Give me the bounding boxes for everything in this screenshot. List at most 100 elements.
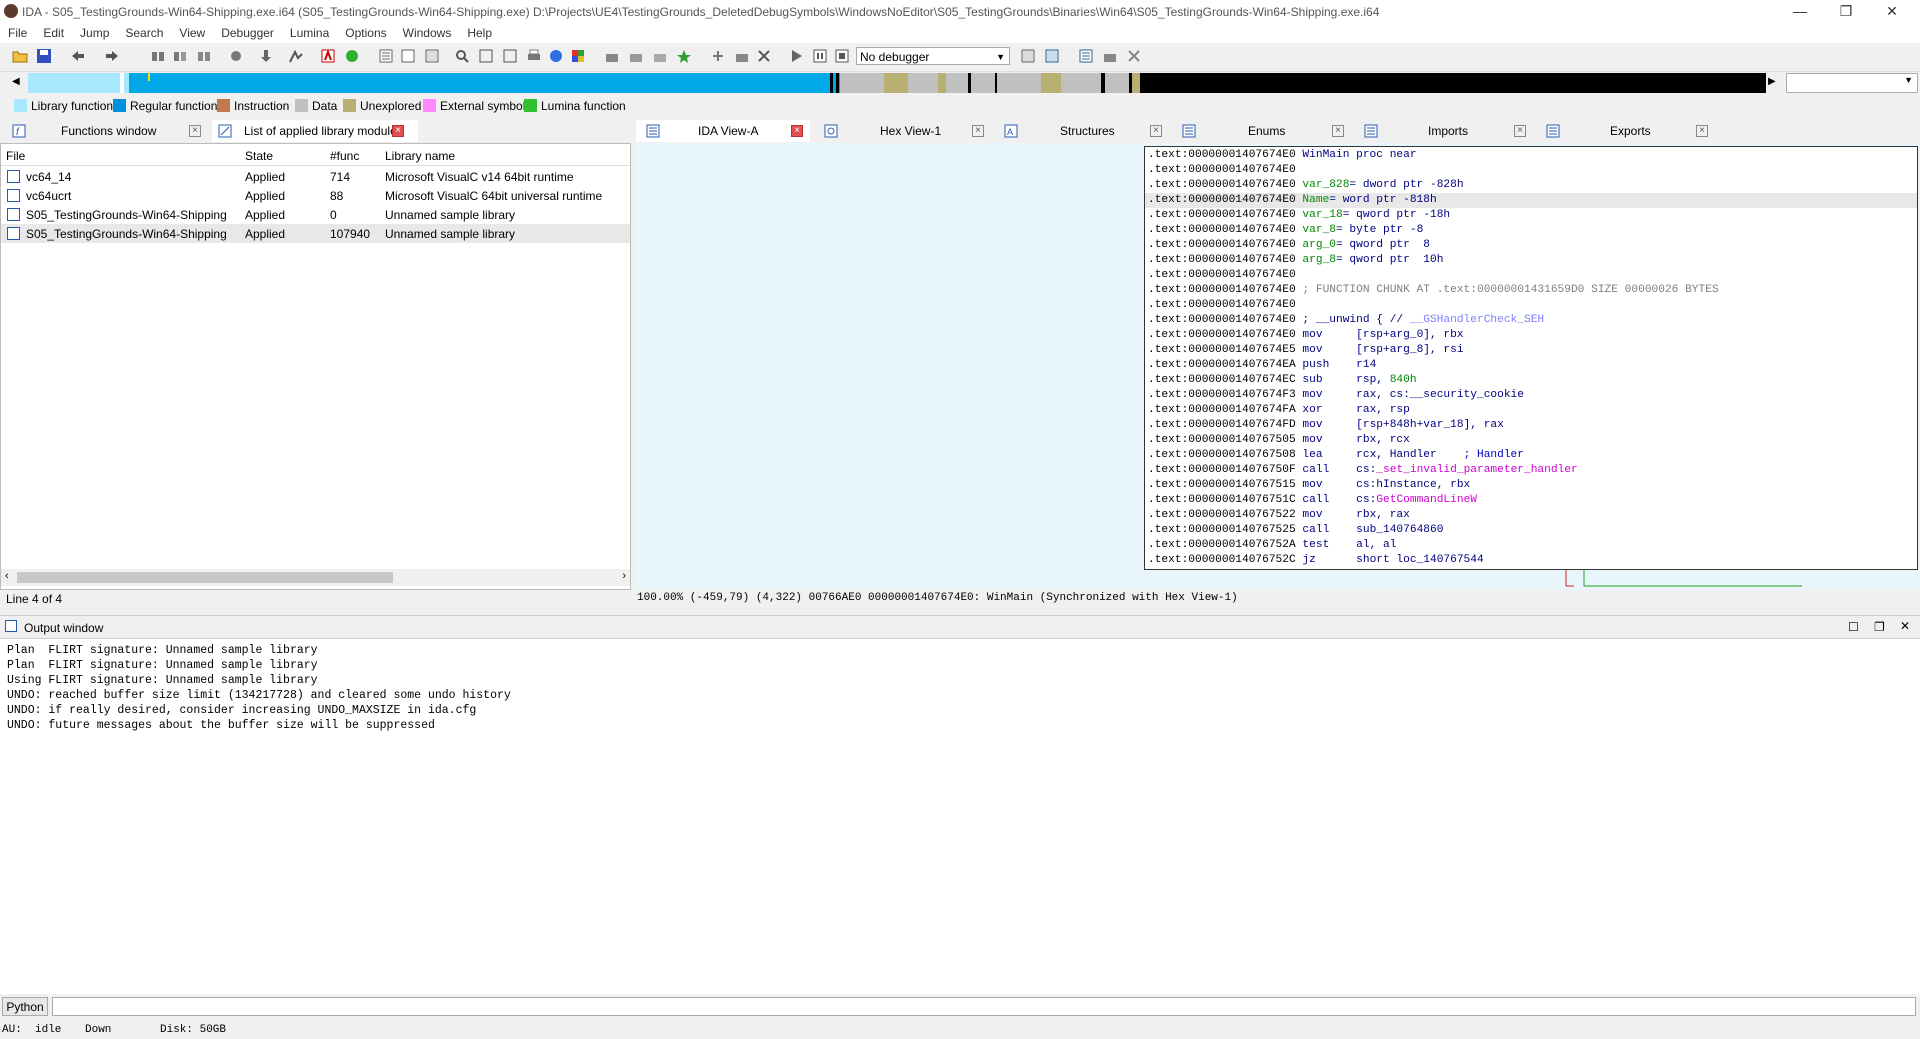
close-tab-icon[interactable]: × — [1150, 125, 1162, 137]
menu-options[interactable]: Options — [337, 23, 394, 40]
minimize-button[interactable]: — — [1777, 0, 1823, 23]
menu-file[interactable]: File — [0, 23, 35, 40]
table-row[interactable]: vc64ucrt Applied 88 Microsoft VisualC 64… — [1, 186, 630, 205]
attach-icon[interactable] — [1020, 48, 1036, 64]
scroll-left-icon[interactable]: ‹ — [5, 570, 9, 582]
navigation-select[interactable]: ▼ — [1786, 73, 1918, 93]
maximize-icon[interactable]: ☐ — [1848, 620, 1859, 634]
disasm-line[interactable]: .text:000000014076751C call cs:GetComman… — [1148, 493, 1477, 508]
disasm-line[interactable]: .text:00000001407674E0 — [1148, 163, 1302, 178]
binoculars-icon[interactable] — [150, 48, 166, 64]
tab-applied-library-modules[interactable]: List of applied library modules × — [212, 120, 418, 142]
close-tab-icon[interactable]: × — [189, 125, 201, 137]
disasm-line[interactable]: .text:00000001407674E0 — [1148, 268, 1302, 283]
print-icon[interactable] — [526, 48, 542, 64]
color-icon[interactable] — [548, 48, 564, 64]
disasm-line[interactable]: .text:00000001407674E0 WinMain proc near — [1148, 148, 1417, 163]
disasm-line[interactable]: .text:00000001407674E0 var_8= byte ptr -… — [1148, 223, 1423, 238]
disasm-line[interactable]: .text:0000000140767515 mov cs:hInstance,… — [1148, 478, 1470, 493]
disasm-line[interactable]: .text:000000014076750F call cs:_set_inva… — [1148, 463, 1578, 478]
disasm-line[interactable]: .text:000000014076752A test al, al — [1148, 538, 1396, 553]
close-tab-icon[interactable]: × — [791, 125, 803, 137]
search-text-icon[interactable] — [172, 48, 188, 64]
menu-jump[interactable]: Jump — [72, 23, 117, 40]
struct-var-icon[interactable] — [734, 48, 750, 64]
close-tab-icon[interactable]: × — [972, 125, 984, 137]
disassembly-listing[interactable]: .text:00000001407674E0 WinMain proc near… — [1144, 146, 1918, 570]
disasm-line[interactable]: .text:0000000140767525 call sub_14076486… — [1148, 523, 1443, 538]
column-header-state[interactable]: State — [245, 149, 273, 163]
text-icon[interactable] — [320, 48, 336, 64]
graph-icon[interactable] — [288, 48, 304, 64]
table-row-selected[interactable]: S05_TestingGrounds-Win64-Shipping Applie… — [1, 224, 630, 243]
navigation-strip[interactable] — [28, 73, 1766, 93]
scrollbar-thumb[interactable] — [17, 572, 393, 583]
disasm-line[interactable]: .text:00000001407674E5 mov [rsp+arg_8], … — [1148, 343, 1464, 358]
tab-ida-view-a[interactable]: IDA View-A × — [636, 120, 810, 142]
run-icon[interactable] — [788, 48, 804, 64]
disasm-line[interactable]: .text:00000001407674FA xor rax, rsp — [1148, 403, 1410, 418]
horizontal-scrollbar[interactable]: ‹ › — [1, 569, 630, 586]
disasm-line[interactable]: .text:00000001407674E0 — [1148, 298, 1302, 313]
menu-help[interactable]: Help — [459, 23, 500, 40]
string-icon[interactable] — [652, 48, 668, 64]
menu-debugger[interactable]: Debugger — [213, 23, 282, 40]
arrow-down-icon[interactable] — [258, 48, 274, 64]
delete-icon[interactable] — [756, 48, 772, 64]
output-window-body[interactable]: Plan FLIRT signature: Unnamed sample lib… — [0, 638, 1920, 994]
disasm-line[interactable]: .text:00000001407674E0 var_18= qword ptr… — [1148, 208, 1450, 223]
disasm-line[interactable]: .text:00000001407674E0 mov [rsp+arg_0], … — [1148, 328, 1464, 343]
layout-icon[interactable] — [502, 48, 518, 64]
disasm-line[interactable]: .text:00000001407674FD mov [rsp+848h+var… — [1148, 418, 1504, 433]
disasm-line[interactable]: .text:000000014076752C jz short loc_1407… — [1148, 553, 1484, 568]
menu-edit[interactable]: Edit — [35, 23, 72, 40]
python-input[interactable] — [52, 997, 1916, 1016]
column-header-library-name[interactable]: Library name — [385, 149, 455, 163]
menu-windows[interactable]: Windows — [395, 23, 460, 40]
open-icon[interactable] — [12, 48, 28, 64]
menu-lumina[interactable]: Lumina — [282, 23, 337, 40]
close-icon[interactable]: ✕ — [1900, 619, 1910, 633]
column-header-func[interactable]: #func — [330, 149, 359, 163]
float-icon[interactable]: ❐ — [1874, 620, 1885, 634]
disasm-line[interactable]: .text:00000001407674E0 var_828= dword pt… — [1148, 178, 1464, 193]
tab-exports[interactable]: Exports × — [1536, 120, 1716, 142]
tracing-icon[interactable] — [1102, 48, 1118, 64]
forward-icon[interactable] — [104, 48, 120, 64]
data-icon[interactable] — [628, 48, 644, 64]
star-icon[interactable] — [676, 48, 692, 64]
tab-enums[interactable]: Enums × — [1172, 120, 1350, 142]
step-icon[interactable] — [1044, 48, 1060, 64]
column-header-file[interactable]: File — [6, 149, 25, 163]
close-tab-icon[interactable]: × — [1332, 125, 1344, 137]
breakpoints-icon[interactable] — [1078, 48, 1094, 64]
disasm-line[interactable]: .text:0000000140767505 mov rbx, rcx — [1148, 433, 1410, 448]
disasm-line[interactable]: .text:00000001407674E0 Name= word ptr -8… — [1145, 193, 1917, 208]
stop-icon[interactable] — [834, 48, 850, 64]
menu-search[interactable]: Search — [117, 23, 171, 40]
tab-imports[interactable]: Imports × — [1354, 120, 1532, 142]
disasm-line[interactable]: .text:00000001407674F3 mov rax, cs:__sec… — [1148, 388, 1524, 403]
disasm-line[interactable]: .text:00000001407674E0 ; FUNCTION CHUNK … — [1148, 283, 1719, 298]
close-tab-icon[interactable]: × — [1696, 125, 1708, 137]
search-next-icon[interactable] — [228, 48, 244, 64]
back-icon[interactable] — [70, 48, 86, 64]
table-row[interactable]: vc64_14 Applied 714 Microsoft VisualC v1… — [1, 167, 630, 186]
palette-icon[interactable] — [570, 48, 586, 64]
nav-right-arrow-icon[interactable]: ▶ — [1768, 76, 1776, 87]
green-circle-icon[interactable] — [344, 48, 360, 64]
restore-button[interactable]: ❐ — [1823, 0, 1869, 23]
tab-functions-window[interactable]: f Functions window × — [6, 120, 208, 142]
code-icon[interactable] — [604, 48, 620, 64]
python-button[interactable]: Python — [2, 997, 48, 1016]
disasm-line[interactable]: .text:0000000140767508 lea rcx, Handler … — [1148, 448, 1524, 463]
list-icon[interactable] — [378, 48, 394, 64]
menu-view[interactable]: View — [171, 23, 213, 40]
close-tab-icon[interactable]: × — [1514, 125, 1526, 137]
close-window-button[interactable]: ✕ — [1869, 0, 1915, 23]
fullscreen-icon[interactable] — [478, 48, 494, 64]
pause-icon[interactable] — [812, 48, 828, 64]
scroll-right-icon[interactable]: › — [622, 570, 626, 582]
close-tab-icon[interactable]: × — [392, 125, 404, 137]
zoom-icon[interactable] — [454, 48, 470, 64]
